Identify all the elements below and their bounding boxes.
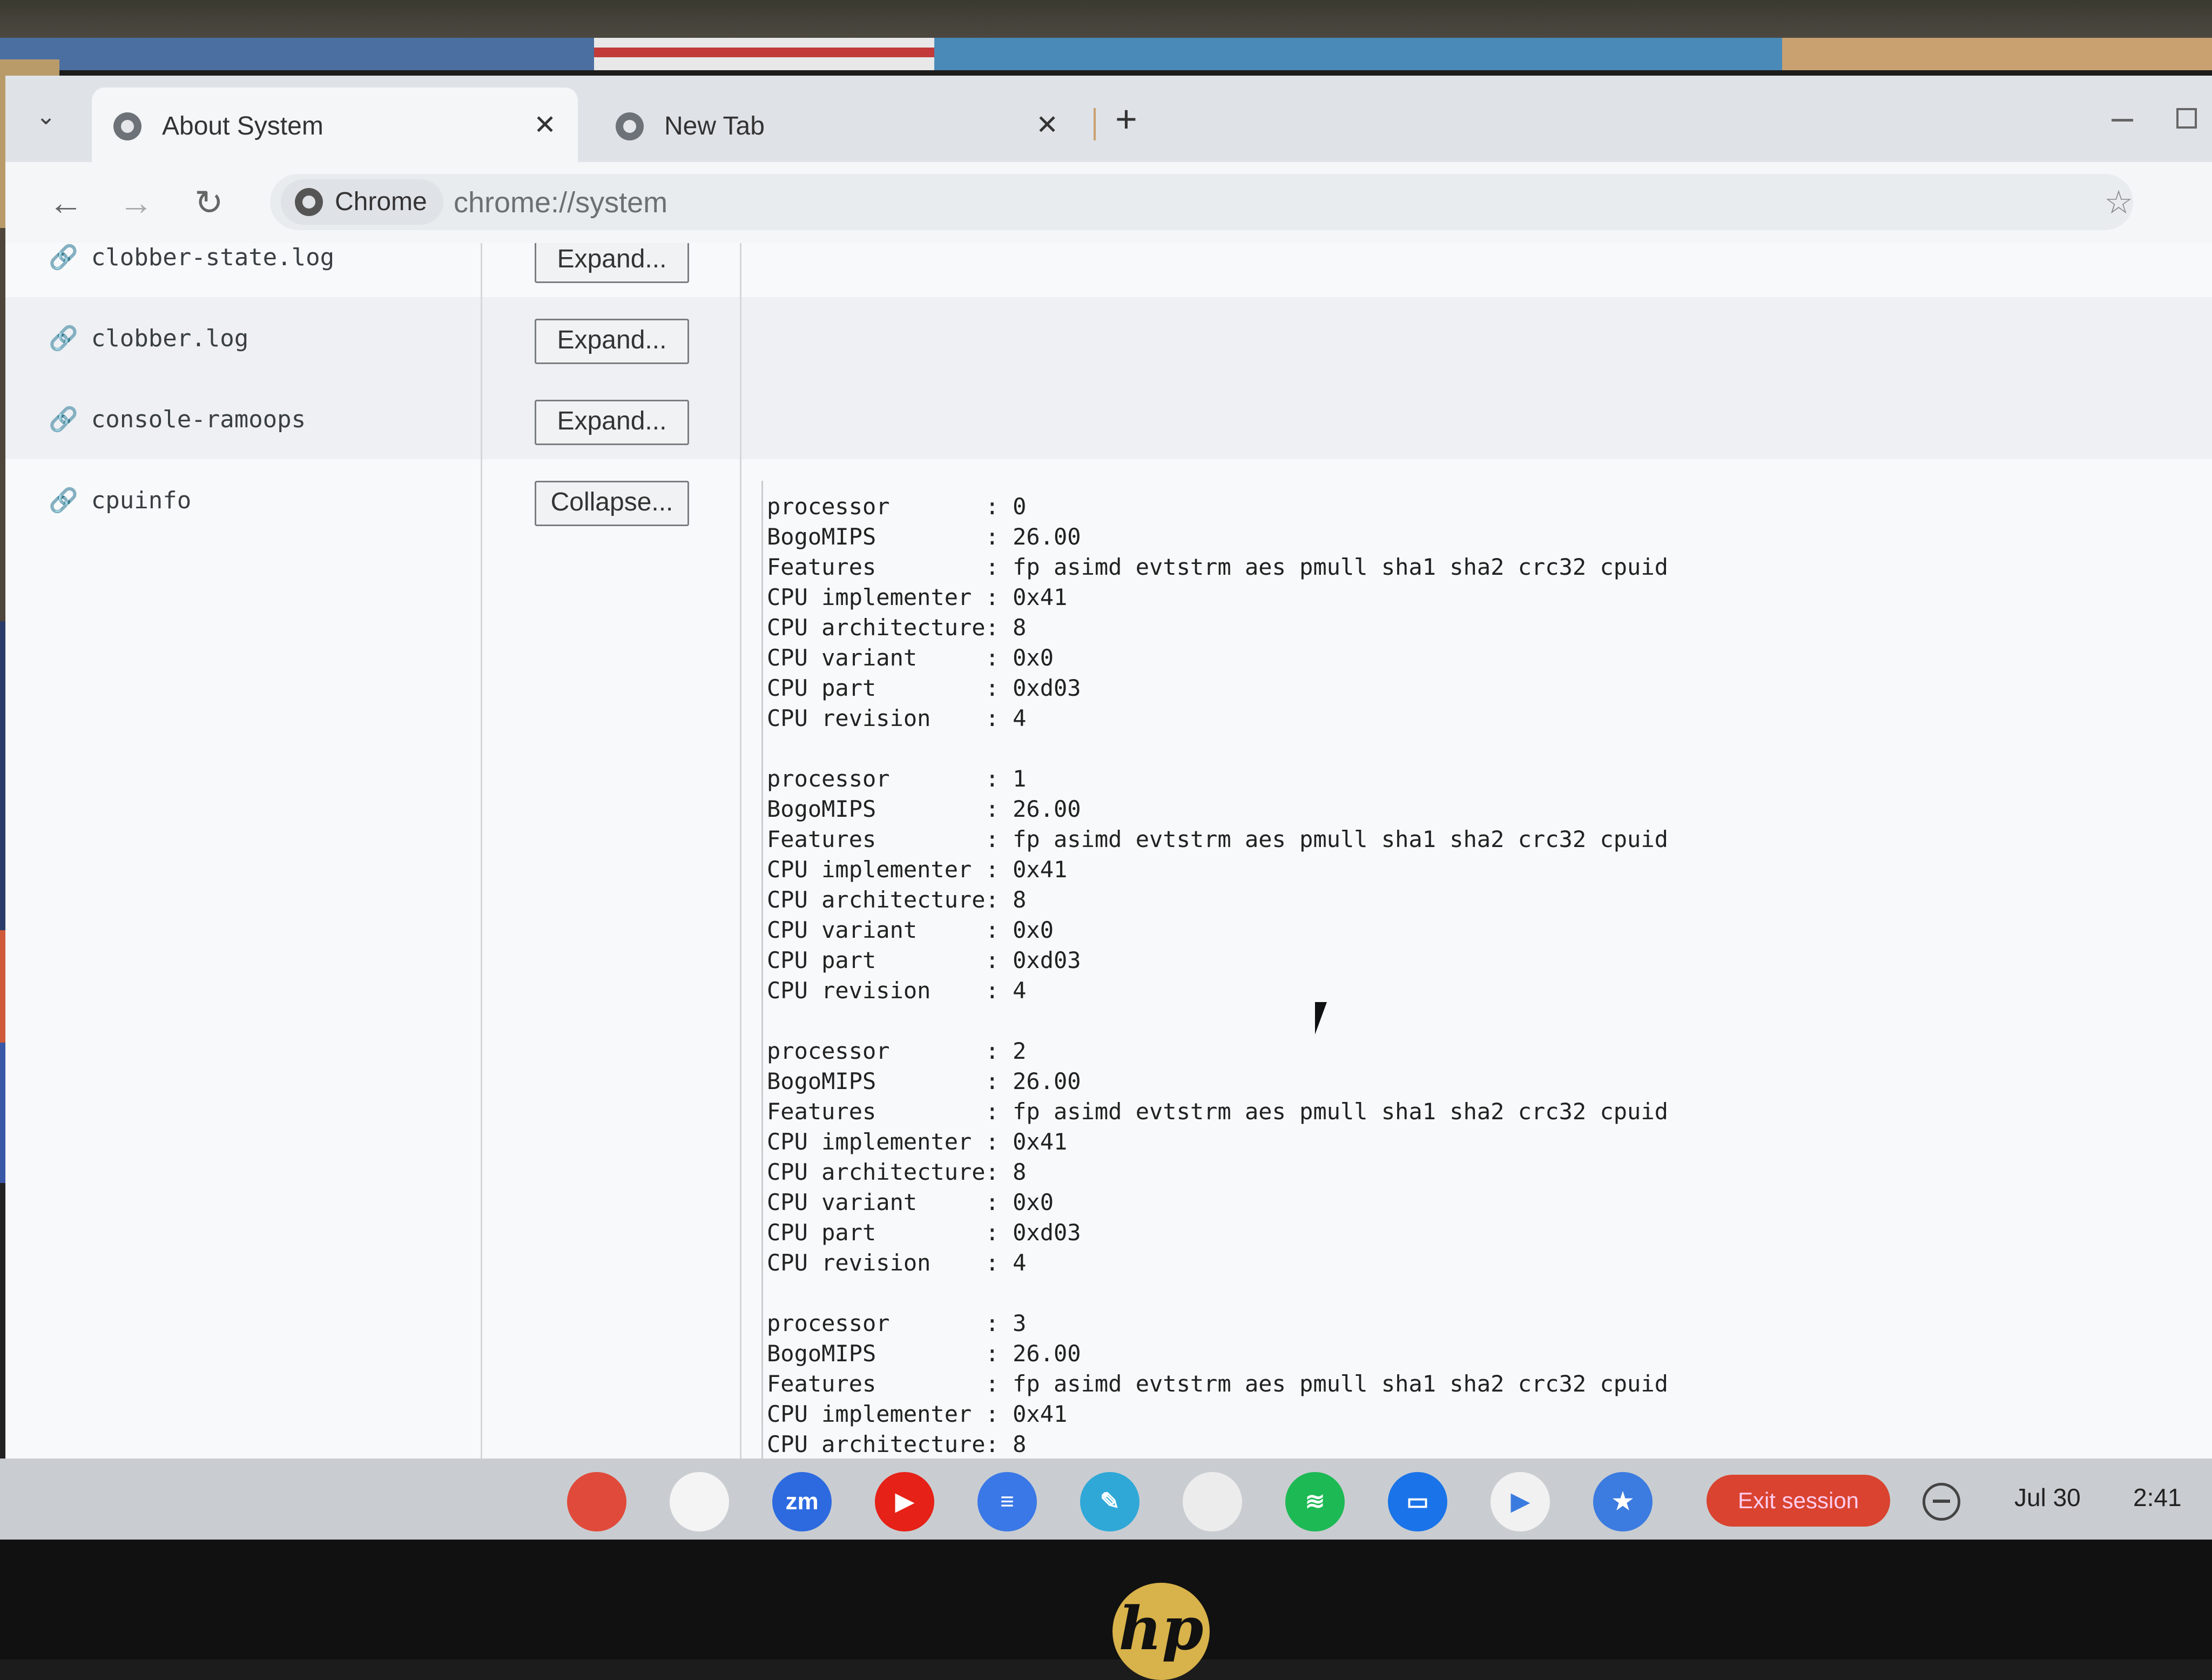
zoom-icon[interactable]: zm xyxy=(772,1472,832,1531)
cpuinfo-line: CPU architecture: 8 xyxy=(767,1159,1027,1185)
files-icon[interactable]: ▭ xyxy=(1388,1472,1447,1531)
star-app-icon[interactable]: ★ xyxy=(1593,1472,1653,1531)
cpuinfo-line: processor : 1 xyxy=(767,765,1027,792)
cpuinfo-line: Features : fp asimd evtstrm aes pmull sh… xyxy=(767,1098,1668,1125)
cpuinfo-line: CPU implementer : 0x41 xyxy=(767,856,1068,883)
cpuinfo-line: CPU variant : 0x0 xyxy=(767,644,1054,671)
link-icon: 🔗 xyxy=(49,244,78,271)
chromeos-shelf: zm ▶ ≡ ✎ ≋ ▭ ▶ ★ Exit session Jul 30 2:41 xyxy=(0,1459,2212,1540)
expand-button[interactable]: Expand... xyxy=(535,243,689,283)
forward-arrow-icon[interactable]: → xyxy=(119,183,153,223)
cpuinfo-line: BogoMIPS : 26.00 xyxy=(767,523,1081,550)
tab-strip: ⌄ About System ✕ New Tab ✕ + xyxy=(5,76,2212,162)
expand-button[interactable]: Expand... xyxy=(535,400,689,445)
tab-about-system[interactable]: About System ✕ xyxy=(92,88,578,162)
hp-logo: hp xyxy=(1112,1583,1210,1680)
cpuinfo-line: CPU revision : 4 xyxy=(767,705,1027,731)
do-not-disturb-icon[interactable] xyxy=(1923,1483,1960,1521)
cpuinfo-line: BogoMIPS : 26.00 xyxy=(767,1068,1081,1094)
log-name: 🔗 clobber.log xyxy=(49,325,249,352)
cpuinfo-line: Features : fp asimd evtstrm aes pmull sh… xyxy=(767,554,1668,580)
processor-block: processor : 3 BogoMIPS : 26.00 Features : … xyxy=(767,1308,1668,1464)
cpuinfo-line: CPU revision : 4 xyxy=(767,977,1027,1004)
date-display[interactable]: Jul 30 xyxy=(2014,1483,2081,1512)
cpuinfo-line: processor : 3 xyxy=(767,1310,1027,1336)
wallpaper-top xyxy=(0,0,2212,70)
youtube-icon[interactable]: ▶ xyxy=(875,1472,934,1531)
cpuinfo-line: BogoMIPS : 26.00 xyxy=(767,796,1081,822)
tab-new-tab[interactable]: New Tab ✕ xyxy=(594,88,1080,162)
expand-button[interactable]: Expand... xyxy=(535,319,689,364)
mouse-cursor-icon xyxy=(1315,1002,1327,1034)
cpuinfo-line: CPU revision : 4 xyxy=(767,1249,1027,1276)
cpuinfo-line: Features : fp asimd evtstrm aes pmull sh… xyxy=(767,826,1668,852)
cpuinfo-line: Features : fp asimd evtstrm aes pmull sh… xyxy=(767,1370,1668,1397)
maximize-icon[interactable] xyxy=(2176,108,2197,129)
cpuinfo-line: CPU implementer : 0x41 xyxy=(767,1128,1068,1155)
laptop-bezel xyxy=(0,1540,2212,1659)
cpuinfo-line: CPU architecture: 8 xyxy=(767,886,1027,913)
cpuinfo-line: CPU part : 0xd03 xyxy=(767,675,1081,701)
camera-icon[interactable] xyxy=(1183,1472,1242,1531)
collapse-button[interactable]: Collapse... xyxy=(535,481,689,526)
exit-session-button[interactable]: Exit session xyxy=(1707,1475,1890,1527)
cpuinfo-line: CPU architecture: 8 xyxy=(767,614,1027,641)
log-name: 🔗 clobber-state.log xyxy=(49,244,335,271)
tab-search-chevron-icon[interactable]: ⌄ xyxy=(27,103,65,135)
back-arrow-icon[interactable]: ← xyxy=(49,183,83,223)
chrome-icon[interactable] xyxy=(567,1472,626,1531)
cpuinfo-line: CPU architecture: 8 xyxy=(767,1431,1027,1457)
link-icon: 🔗 xyxy=(49,325,78,352)
minimize-icon[interactable] xyxy=(2112,119,2133,122)
spotify-icon[interactable]: ≋ xyxy=(1285,1472,1345,1531)
cpuinfo-output: processor : 0 BogoMIPS : 26.00 Features : … xyxy=(767,492,1668,1464)
address-bar[interactable]: Chrome chrome://system ☆ xyxy=(270,174,2133,230)
cpuinfo-line: processor : 0 xyxy=(767,493,1027,520)
chrome-favicon-icon xyxy=(113,112,141,140)
time-display[interactable]: 2:41 xyxy=(2133,1483,2182,1512)
chrome-favicon-icon xyxy=(616,112,644,140)
close-icon[interactable]: ✕ xyxy=(534,109,556,140)
site-chip[interactable]: Chrome xyxy=(281,179,443,225)
cpuinfo-line: CPU implementer : 0x41 xyxy=(767,1401,1068,1427)
processor-block: processor : 2 BogoMIPS : 26.00 Features : … xyxy=(767,1036,1668,1278)
log-name: 🔗 cpuinfo xyxy=(49,487,192,514)
cpuinfo-line: CPU implementer : 0x41 xyxy=(767,584,1068,610)
reload-icon[interactable]: ↻ xyxy=(194,183,224,223)
processor-block: processor : 0 BogoMIPS : 26.00 Features : … xyxy=(767,492,1668,734)
canvas-icon[interactable]: ✎ xyxy=(1080,1472,1139,1531)
cpuinfo-line: CPU variant : 0x0 xyxy=(767,1189,1054,1215)
docs-icon[interactable]: ≡ xyxy=(977,1472,1037,1531)
cpuinfo-line: BogoMIPS : 26.00 xyxy=(767,1340,1081,1367)
chrome-logo-icon xyxy=(295,188,323,216)
url-text[interactable]: chrome://system xyxy=(454,186,667,219)
cpuinfo-line: CPU part : 0xd03 xyxy=(767,947,1081,973)
cpuinfo-line: processor : 2 xyxy=(767,1038,1027,1064)
processor-block: processor : 1 BogoMIPS : 26.00 Features : … xyxy=(767,764,1668,1006)
link-icon: 🔗 xyxy=(49,487,78,514)
tab-label: New Tab xyxy=(664,112,765,140)
tab-separator xyxy=(1094,108,1096,140)
browser-toolbar: ← → ↻ Chrome chrome://system ☆ xyxy=(5,162,2212,243)
link-icon: 🔗 xyxy=(49,406,78,433)
cpuinfo-line: CPU part : 0xd03 xyxy=(767,1219,1081,1246)
close-icon[interactable]: ✕ xyxy=(1036,109,1058,140)
new-tab-plus-icon[interactable]: + xyxy=(1115,97,1137,140)
bookmark-star-icon[interactable]: ☆ xyxy=(2104,184,2133,221)
tab-label: About System xyxy=(162,112,323,140)
play-store-icon[interactable]: ▶ xyxy=(1491,1472,1550,1531)
site-chip-label: Chrome xyxy=(335,187,427,216)
cpuinfo-line: CPU variant : 0x0 xyxy=(767,917,1054,943)
photos-icon[interactable] xyxy=(670,1472,729,1531)
system-page-content: 🔗 clobber-state.log Expand... 🔗 clobber.lo… xyxy=(5,243,2212,1464)
log-name: 🔗 console-ramoops xyxy=(49,406,306,433)
browser-window: ⌄ About System ✕ New Tab ✕ + ← → ↻ Chrom… xyxy=(5,76,2212,1464)
